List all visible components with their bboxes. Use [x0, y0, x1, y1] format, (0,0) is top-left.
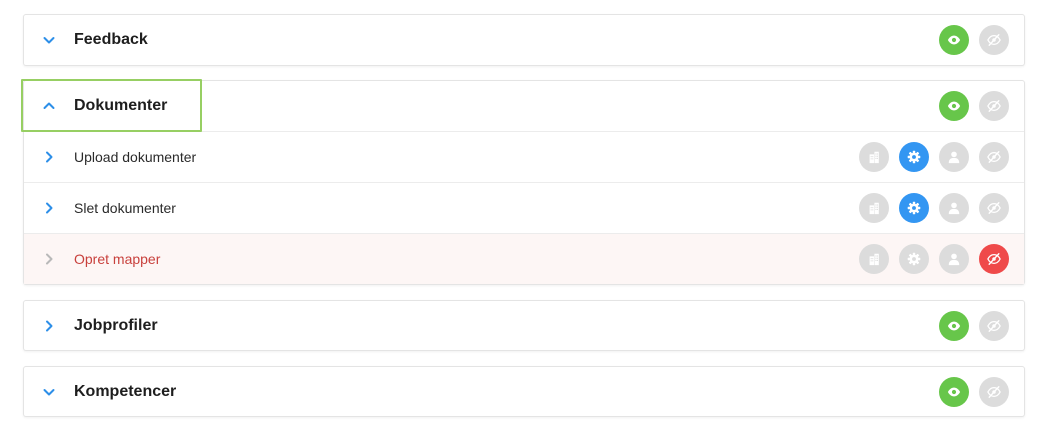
eye-icon[interactable] [939, 377, 969, 407]
user-icon[interactable] [939, 244, 969, 274]
eye-icon[interactable] [939, 91, 969, 121]
section-kompetencer: Kompetencer [23, 366, 1025, 417]
section-feedback: Feedback [23, 14, 1025, 66]
permission-controls [859, 244, 1009, 274]
chevron-right-icon[interactable] [41, 200, 57, 216]
section-header-feedback[interactable]: Feedback [24, 15, 1024, 65]
list-item-upload-dokumenter[interactable]: Upload dokumenter [24, 131, 1024, 182]
chevron-up-icon[interactable] [41, 98, 57, 114]
eye-slash-icon[interactable] [979, 377, 1009, 407]
eye-slash-icon[interactable] [979, 193, 1009, 223]
building-icon[interactable] [859, 142, 889, 172]
chevron-right-icon[interactable] [41, 318, 57, 334]
building-icon[interactable] [859, 244, 889, 274]
user-icon[interactable] [939, 193, 969, 223]
gear-icon[interactable] [899, 142, 929, 172]
section-header-dokumenter[interactable]: Dokumenter [24, 81, 1024, 131]
permission-controls [859, 193, 1009, 223]
section-title: Dokumenter [74, 97, 168, 114]
user-icon[interactable] [939, 142, 969, 172]
visibility-controls [939, 25, 1009, 55]
section-jobprofiler: Jobprofiler [23, 300, 1025, 351]
section-header-kompetencer[interactable]: Kompetencer [24, 367, 1024, 417]
eye-slash-icon[interactable] [979, 311, 1009, 341]
list-item-slet-dokumenter[interactable]: Slet dokumenter [24, 182, 1024, 233]
visibility-controls [939, 91, 1009, 121]
section-title: Kompetencer [74, 383, 177, 400]
section-title: Feedback [74, 31, 148, 48]
eye-icon[interactable] [939, 25, 969, 55]
eye-slash-icon[interactable] [979, 25, 1009, 55]
eye-slash-icon[interactable] [979, 142, 1009, 172]
eye-slash-icon[interactable] [979, 244, 1009, 274]
permission-controls [859, 142, 1009, 172]
visibility-controls [939, 311, 1009, 341]
eye-slash-icon[interactable] [979, 91, 1009, 121]
visibility-controls [939, 377, 1009, 407]
chevron-down-icon[interactable] [41, 384, 57, 400]
gear-icon[interactable] [899, 244, 929, 274]
chevron-down-icon[interactable] [41, 32, 57, 48]
gear-icon[interactable] [899, 193, 929, 223]
item-label: Upload dokumenter [74, 149, 197, 165]
eye-icon[interactable] [939, 311, 969, 341]
item-label: Slet dokumenter [74, 200, 176, 216]
section-dokumenter: Dokumenter Upload dokumenter Slet dokume… [23, 80, 1025, 285]
list-item-opret-mapper[interactable]: Opret mapper [24, 233, 1024, 284]
section-header-jobprofiler[interactable]: Jobprofiler [24, 301, 1024, 351]
chevron-right-icon[interactable] [41, 149, 57, 165]
chevron-right-icon[interactable] [41, 251, 57, 267]
item-label: Opret mapper [74, 251, 161, 267]
section-title: Jobprofiler [74, 317, 158, 334]
building-icon[interactable] [859, 193, 889, 223]
